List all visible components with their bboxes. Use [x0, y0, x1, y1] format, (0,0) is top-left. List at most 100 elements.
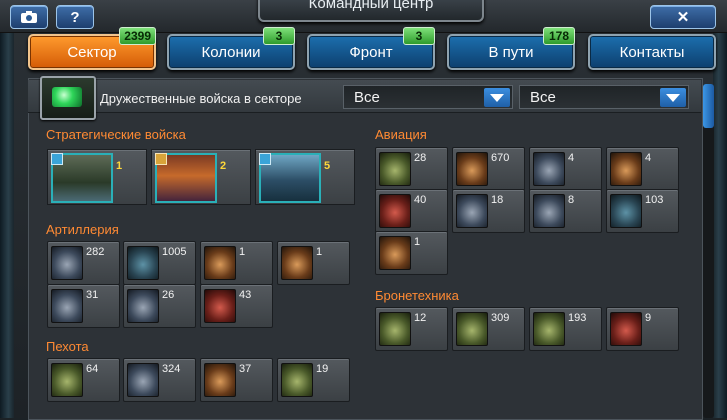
section-title-aviation: Авиация [375, 127, 427, 142]
unit-thumbnail [456, 312, 488, 346]
unit-count: 4 [568, 152, 575, 164]
unit-count: 324 [162, 363, 181, 375]
unit-card[interactable]: 4 [606, 147, 679, 191]
unit-card[interactable]: 43 [200, 284, 273, 328]
tab-badge: 2399 [119, 27, 156, 45]
tab-badge: 3 [263, 27, 295, 45]
rank-icon [155, 153, 167, 165]
unit-thumbnail [533, 194, 565, 228]
unit-thumbnail [379, 236, 411, 270]
unit-card[interactable]: 18 [452, 189, 525, 233]
unit-card[interactable]: 1 [200, 241, 273, 285]
unit-card[interactable]: 31 [47, 284, 120, 328]
unit-thumbnail [51, 289, 83, 323]
unit-count: 5 [324, 160, 331, 172]
tab-label: Фронт [349, 43, 393, 61]
unit-thumbnail [610, 312, 642, 346]
unit-card[interactable]: 40 [375, 189, 448, 233]
unit-thumbnail [127, 289, 159, 323]
scrollbar[interactable] [703, 84, 714, 418]
tab-label: Колонии [201, 43, 261, 61]
unit-thumbnail [127, 246, 159, 280]
camera-icon [21, 11, 37, 23]
window-title: Командный центр [258, 0, 484, 22]
unit-card[interactable]: 324 [123, 358, 196, 402]
unit-thumbnail [281, 246, 313, 280]
tab-label: В пути [488, 43, 534, 61]
strategic-unit-card[interactable]: 5 [255, 149, 355, 205]
unit-count: 103 [645, 194, 664, 206]
unit-thumbnail [610, 194, 642, 228]
tab-badge: 178 [543, 27, 575, 45]
tab-colonies[interactable]: Колонии 3 [167, 27, 295, 70]
unit-card[interactable]: 8 [529, 189, 602, 233]
unit-thumbnail [51, 363, 83, 397]
unit-card[interactable]: 26 [123, 284, 196, 328]
tab-front[interactable]: Фронт 3 [307, 27, 435, 70]
unit-thumbnail [379, 312, 411, 346]
gem-icon [52, 87, 82, 107]
tab-label: Контакты [619, 43, 685, 61]
unit-count: 8 [568, 194, 575, 206]
unit-thumbnail [204, 363, 236, 397]
section-title-artillery: Артиллерия [46, 222, 119, 237]
unit-count: 19 [316, 363, 329, 375]
unit-count: 1 [316, 246, 323, 258]
faction-select[interactable]: Все [343, 85, 513, 109]
unit-count: 37 [239, 363, 252, 375]
type-select[interactable]: Все [519, 85, 689, 109]
tab-label: Сектор [67, 43, 117, 61]
strategic-unit-card[interactable]: 1 [47, 149, 147, 205]
faction-select-value: Все [354, 89, 380, 106]
tab-contacts[interactable]: Контакты [588, 34, 716, 70]
unit-card[interactable]: 4 [529, 147, 602, 191]
unit-thumbnail [51, 246, 83, 280]
unit-count: 1 [116, 160, 123, 172]
unit-count: 64 [86, 363, 99, 375]
close-button[interactable]: ✕ [650, 5, 716, 29]
unit-count: 282 [86, 246, 105, 258]
unit-card[interactable]: 103 [606, 189, 679, 233]
screenshot-button[interactable] [10, 5, 48, 29]
unit-card[interactable]: 282 [47, 241, 120, 285]
chevron-down-icon[interactable] [660, 88, 686, 107]
filter-label: Дружественные войска в секторе [100, 91, 302, 106]
unit-card[interactable]: 9 [606, 307, 679, 351]
unit-count: 18 [491, 194, 504, 206]
tab-sector[interactable]: Сектор 2399 [28, 27, 156, 70]
unit-count: 193 [568, 312, 587, 324]
section-title-strategic: Стратегические войска [46, 127, 186, 142]
unit-card[interactable]: 1 [277, 241, 350, 285]
unit-count: 1005 [162, 246, 187, 258]
unit-card[interactable]: 670 [452, 147, 525, 191]
unit-count: 28 [414, 152, 427, 164]
unit-count: 1 [414, 236, 421, 248]
unit-card[interactable]: 193 [529, 307, 602, 351]
unit-card[interactable]: 64 [47, 358, 120, 402]
unit-thumbnail [204, 246, 236, 280]
unit-thumbnail [610, 152, 642, 186]
unit-card[interactable]: 37 [200, 358, 273, 402]
unit-count: 309 [491, 312, 510, 324]
unit-card[interactable]: 309 [452, 307, 525, 351]
scrollbar-thumb[interactable] [703, 84, 714, 128]
unit-card[interactable]: 19 [277, 358, 350, 402]
help-button[interactable]: ? [56, 5, 94, 29]
filter-icon[interactable] [40, 76, 96, 120]
unit-thumbnail [127, 363, 159, 397]
unit-card[interactable]: 1005 [123, 241, 196, 285]
chevron-down-icon[interactable] [484, 88, 510, 107]
unit-count: 12 [414, 312, 427, 324]
section-title-infantry: Пехота [46, 339, 89, 354]
unit-card[interactable]: 28 [375, 147, 448, 191]
unit-card[interactable]: 1 [375, 231, 448, 275]
strategic-unit-card[interactable]: 2 [151, 149, 251, 205]
left-border [0, 0, 14, 418]
shield-icon [51, 153, 63, 165]
tab-in-transit[interactable]: В пути 178 [447, 27, 575, 70]
unit-count: 670 [491, 152, 510, 164]
unit-card[interactable]: 12 [375, 307, 448, 351]
unit-thumbnail [204, 289, 236, 323]
unit-thumbnail [379, 152, 411, 186]
unit-count: 9 [645, 312, 652, 324]
